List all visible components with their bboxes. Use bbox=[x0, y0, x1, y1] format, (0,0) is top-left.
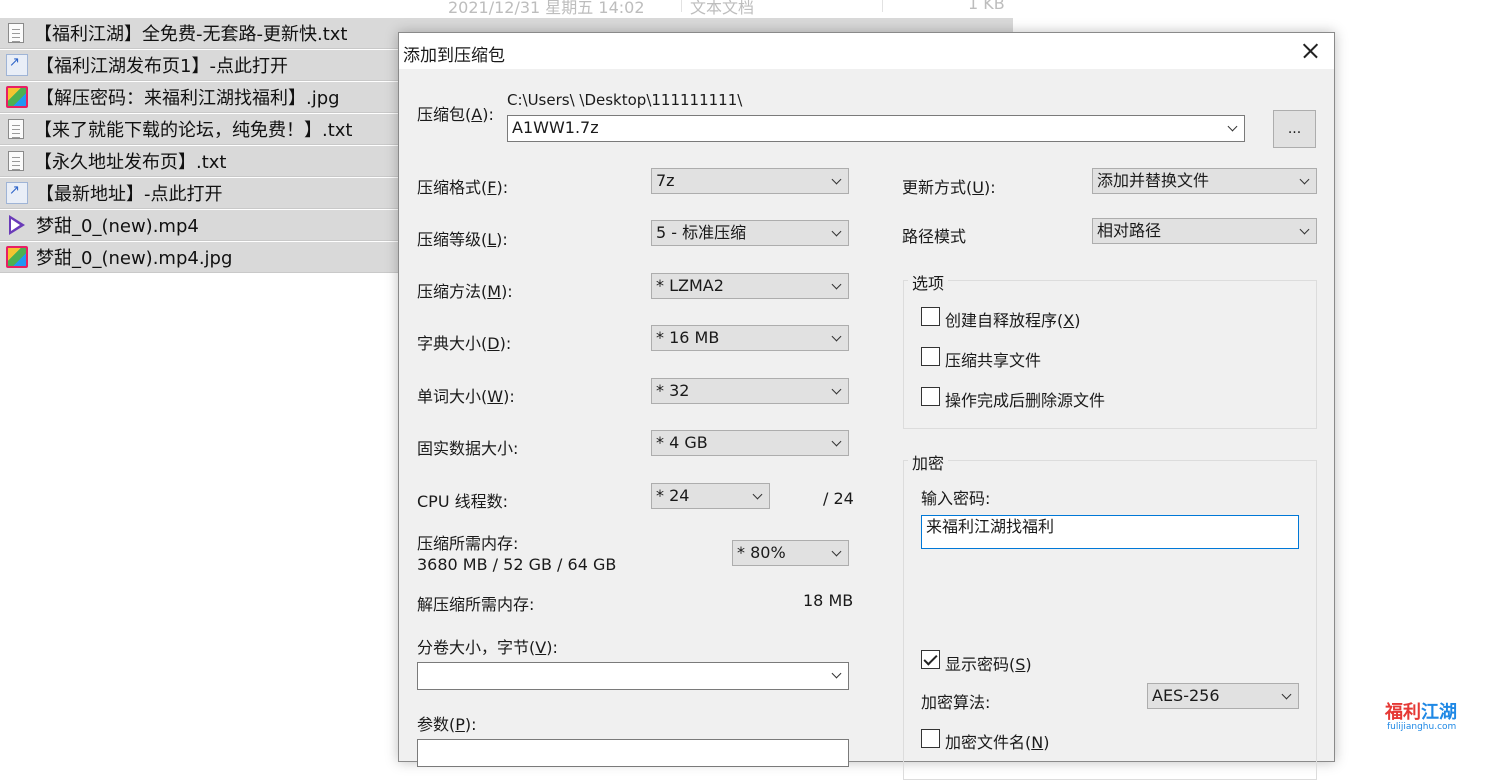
format-select[interactable]: 7z bbox=[651, 168, 849, 194]
text-file-icon bbox=[8, 151, 24, 171]
file-name: 【永久地址发布页】.txt bbox=[34, 152, 227, 173]
column-separator bbox=[882, 0, 883, 12]
chevron-down-icon bbox=[831, 226, 842, 237]
password-input[interactable]: 来福利江湖找福利 bbox=[921, 515, 1299, 549]
encryption-method-label: 加密算法: bbox=[921, 693, 991, 712]
dialog-title: 添加到压缩包 bbox=[403, 46, 505, 66]
video-file-icon bbox=[6, 214, 28, 236]
file-list: 2021/12/31 星期五 14:02 文本文档 1 KB 【福利江湖】全免费… bbox=[0, 0, 1013, 273]
chevron-down-icon bbox=[1299, 174, 1310, 185]
chevron-down-icon bbox=[831, 436, 842, 447]
browse-button[interactable]: ... bbox=[1273, 110, 1316, 148]
file-name: 【解压密码：来福利江湖找福利】.jpg bbox=[36, 88, 340, 109]
watermark-text-1: 福利 bbox=[1385, 702, 1421, 723]
file-list-header: 2021/12/31 星期五 14:02 文本文档 1 KB bbox=[0, 0, 1013, 18]
solid-size-label: 固实数据大小: bbox=[417, 439, 519, 458]
word-size-select[interactable]: * 32 bbox=[651, 378, 849, 404]
chevron-down-icon bbox=[831, 384, 842, 395]
options-group-title: 选项 bbox=[908, 270, 949, 294]
dictionary-label: 字典大小(D): bbox=[417, 334, 512, 353]
path-mode-select[interactable]: 相对路径 bbox=[1092, 218, 1317, 244]
path-mode-label: 路径模式 bbox=[902, 227, 967, 246]
decompress-memory-value: 18 MB bbox=[803, 591, 854, 610]
sfx-checkbox[interactable] bbox=[921, 307, 940, 326]
level-label: 压缩等级(L): bbox=[417, 230, 508, 249]
method-label: 压缩方法(M): bbox=[417, 282, 513, 301]
archive-name-value: A1WW1.7z bbox=[512, 118, 599, 137]
threads-select[interactable]: * 24 bbox=[651, 483, 770, 509]
delete-after-label: 操作完成后删除源文件 bbox=[945, 391, 1106, 410]
show-password-label: 显示密码(S) bbox=[945, 655, 1032, 674]
memory-usage: 3680 MB / 52 GB / 64 GB bbox=[417, 555, 617, 574]
level-select[interactable]: 5 - 标准压缩 bbox=[651, 220, 849, 246]
file-name: 梦甜_0_(new).mp4.jpg bbox=[36, 248, 233, 269]
shared-files-label: 压缩共享文件 bbox=[945, 351, 1042, 370]
decompress-memory-label: 解压缩所需内存: bbox=[417, 595, 535, 614]
dialog-titlebar: 添加到压缩包 bbox=[399, 33, 1334, 69]
memory-label: 压缩所需内存: bbox=[417, 534, 519, 553]
solid-size-select[interactable]: * 4 GB bbox=[651, 430, 849, 456]
shortcut-icon bbox=[6, 182, 28, 204]
site-watermark: 福利江湖 fulijianghu.com bbox=[1383, 694, 1475, 740]
watermark-text-2: 江湖 bbox=[1421, 702, 1457, 723]
encrypt-filenames-label: 加密文件名(N) bbox=[945, 733, 1050, 752]
shortcut-icon bbox=[6, 54, 28, 76]
chevron-down-icon bbox=[1281, 689, 1292, 700]
chevron-down-icon bbox=[831, 331, 842, 342]
method-select[interactable]: * LZMA2 bbox=[651, 273, 849, 299]
shared-files-checkbox[interactable] bbox=[921, 347, 940, 366]
sfx-label: 创建自释放程序(X) bbox=[945, 311, 1081, 330]
parameters-label: 参数(P): bbox=[417, 715, 477, 734]
column-separator bbox=[681, 0, 682, 12]
dictionary-select[interactable]: * 16 MB bbox=[651, 325, 849, 351]
chevron-down-icon bbox=[831, 668, 842, 679]
file-name: 【最新地址】-点此打开 bbox=[36, 184, 223, 205]
archive-label: 压缩包(A): bbox=[417, 105, 494, 124]
memory-select[interactable]: * 80% bbox=[732, 540, 849, 566]
update-mode-select[interactable]: 添加并替换文件 bbox=[1092, 168, 1317, 194]
show-password-checkbox[interactable] bbox=[921, 650, 940, 669]
format-label: 压缩格式(F): bbox=[417, 178, 509, 197]
archive-name-combobox[interactable]: A1WW1.7z bbox=[507, 115, 1245, 142]
archive-path: C:\Users\ \Desktop\111111111\ bbox=[507, 91, 743, 109]
text-file-icon bbox=[8, 119, 24, 139]
volume-size-combobox[interactable] bbox=[417, 662, 849, 690]
chevron-down-icon bbox=[1227, 121, 1238, 132]
date-column-value: 2021/12/31 星期五 14:02 bbox=[448, 0, 645, 17]
word-size-label: 单词大小(W): bbox=[417, 387, 515, 406]
type-column-value: 文本文档 bbox=[690, 0, 755, 17]
update-mode-label: 更新方式(U): bbox=[902, 178, 996, 197]
image-file-icon bbox=[6, 86, 28, 108]
file-name: 梦甜_0_(new).mp4 bbox=[36, 216, 199, 237]
encryption-method-select[interactable]: AES-256 bbox=[1147, 683, 1299, 709]
file-name: 【福利江湖】全免费-无套路-更新快.txt bbox=[34, 24, 348, 45]
password-label: 输入密码: bbox=[921, 489, 991, 508]
text-file-icon bbox=[8, 23, 24, 43]
file-name: 【来了就能下载的论坛，纯免费！】.txt bbox=[34, 120, 353, 141]
threads-label: CPU 线程数: bbox=[417, 492, 509, 511]
add-to-archive-dialog: 添加到压缩包 压缩包(A): C:\Users\ \Desktop\111111… bbox=[398, 32, 1335, 780]
encrypt-filenames-checkbox[interactable] bbox=[921, 729, 940, 748]
size-column-value: 1 KB bbox=[968, 0, 1005, 13]
threads-max: / 24 bbox=[823, 489, 854, 508]
chevron-down-icon bbox=[831, 174, 842, 185]
watermark-url: fulijianghu.com bbox=[1387, 722, 1457, 732]
delete-after-checkbox[interactable] bbox=[921, 387, 940, 406]
chevron-down-icon bbox=[831, 546, 842, 557]
encryption-group-title: 加密 bbox=[908, 450, 949, 474]
parameters-input[interactable] bbox=[417, 739, 849, 767]
volume-size-label: 分卷大小，字节(V): bbox=[417, 638, 558, 657]
image-file-icon bbox=[6, 246, 28, 268]
file-name: 【福利江湖发布页1】-点此打开 bbox=[36, 56, 288, 77]
chevron-down-icon bbox=[831, 279, 842, 290]
close-button[interactable] bbox=[1286, 33, 1334, 69]
chevron-down-icon bbox=[1299, 224, 1310, 235]
chevron-down-icon bbox=[752, 489, 763, 500]
